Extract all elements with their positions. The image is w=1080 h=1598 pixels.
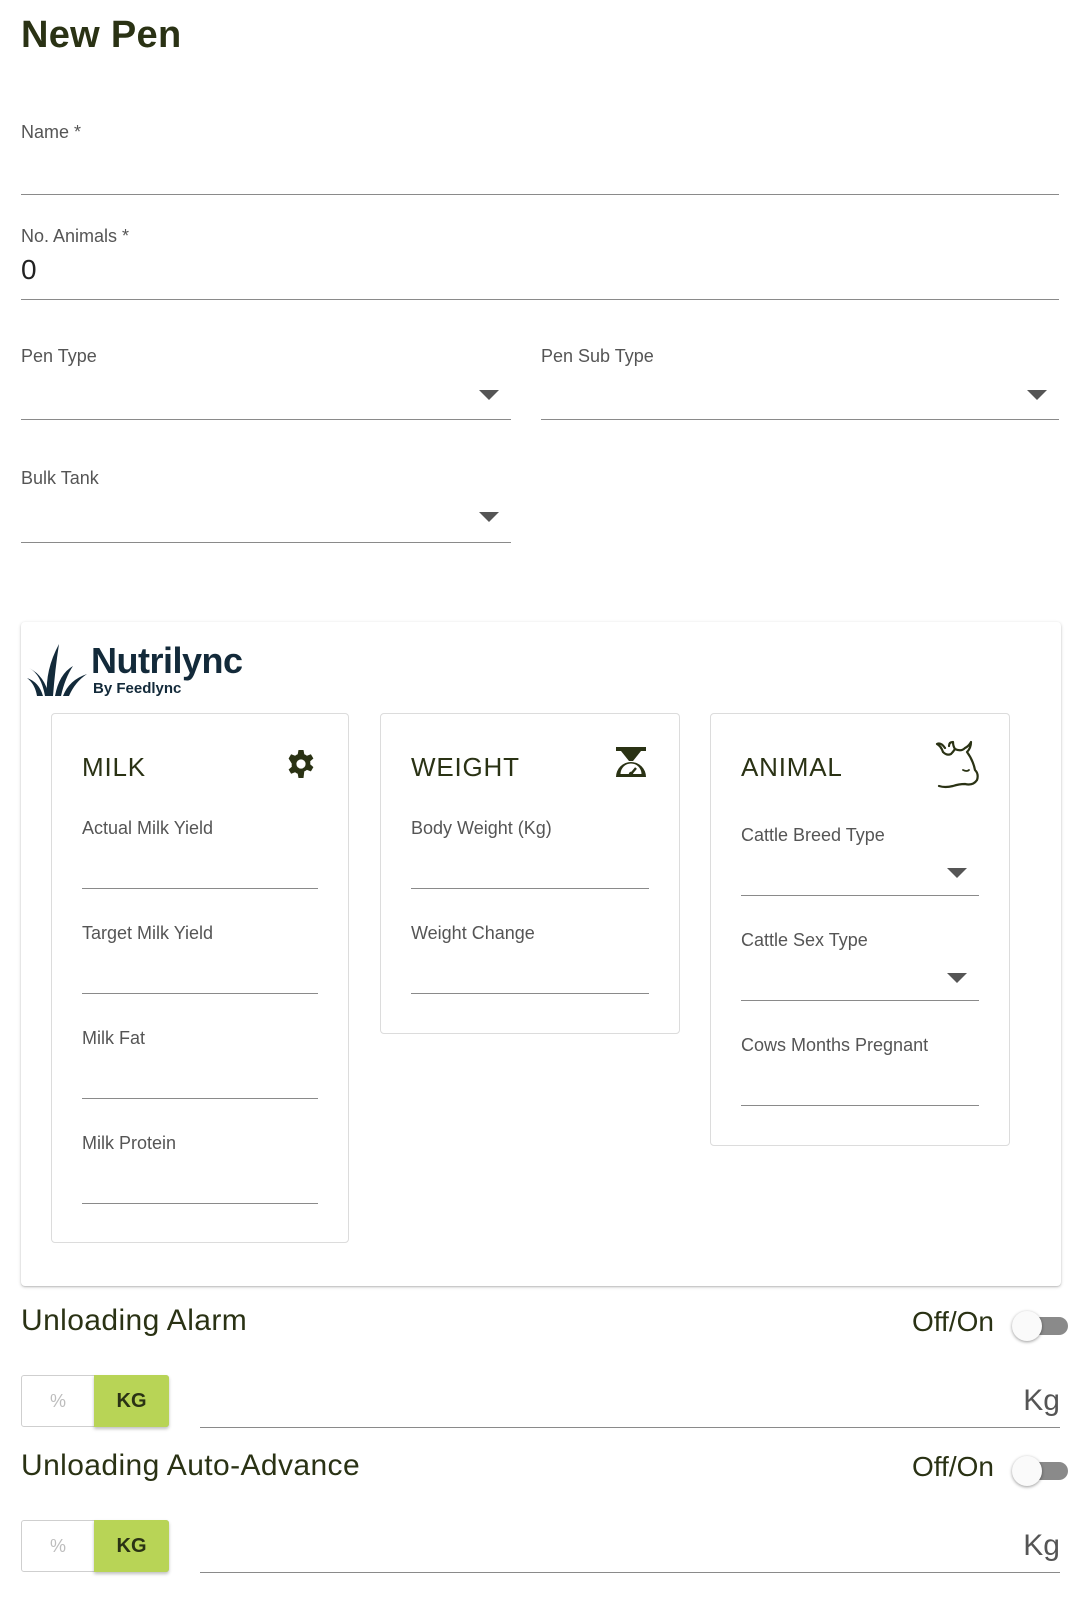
page-title: New Pen [21, 14, 182, 56]
milk-fat-field[interactable]: Milk Fat [82, 1028, 318, 1102]
actual-milk-yield-field[interactable]: Actual Milk Yield [82, 818, 318, 892]
chevron-down-icon[interactable] [1027, 390, 1047, 400]
animals-input[interactable]: 0 [21, 254, 37, 286]
weight-card: WEIGHT Body Weight (Kg) Weight Change [380, 713, 680, 1034]
body-weight-label: Body Weight (Kg) [411, 818, 552, 838]
unloading-alarm-title: Unloading Alarm [21, 1304, 248, 1337]
bulk-tank-underline [21, 542, 511, 543]
target-milk-yield-field[interactable]: Target Milk Yield [82, 923, 318, 997]
cows-months-pregnant-label: Cows Months Pregnant [741, 1035, 929, 1055]
pen-sub-type-select[interactable]: Pen Sub Type [541, 346, 1059, 428]
weight-change-field[interactable]: Weight Change [411, 923, 649, 997]
gear-icon[interactable] [285, 748, 317, 780]
unloading-alarm-underline [200, 1427, 1060, 1428]
name-input[interactable] [21, 154, 1059, 190]
pen-type-label: Pen Type [21, 346, 97, 366]
unit-kg-button[interactable]: KG [94, 1375, 169, 1427]
animal-card: ANIMAL Cattle Breed Type Cattle Sex Type… [710, 713, 1010, 1146]
target-milk-yield-underline [82, 993, 318, 994]
unit-percent-button[interactable]: % [22, 1521, 94, 1571]
body-weight-underline [411, 888, 649, 889]
cows-months-pregnant-field[interactable]: Cows Months Pregnant [741, 1035, 979, 1109]
name-label: Name * [21, 122, 82, 142]
name-field[interactable]: Name * [21, 120, 1059, 200]
actual-milk-yield-underline [82, 888, 318, 889]
unloading-auto-advance-unit-toggle[interactable]: % KG [21, 1520, 169, 1572]
milk-card: MILK Actual Milk Yield Target Milk Yield… [51, 713, 349, 1243]
cattle-breed-type-underline [741, 895, 979, 896]
chevron-down-icon[interactable] [479, 390, 499, 400]
toggle-knob [1012, 1311, 1042, 1341]
animals-underline [21, 299, 1059, 300]
pen-sub-type-label: Pen Sub Type [541, 346, 654, 366]
kg-suffix: Kg [1023, 1384, 1060, 1417]
cattle-sex-type-label: Cattle Sex Type [741, 930, 868, 950]
weight-change-underline [411, 993, 649, 994]
unloading-auto-advance-underline [200, 1572, 1060, 1573]
unit-percent-button[interactable]: % [22, 1376, 94, 1426]
milk-protein-label: Milk Protein [82, 1133, 177, 1153]
unloading-alarm-toggle[interactable] [1012, 1311, 1068, 1341]
weight-title: WEIGHT [411, 752, 520, 782]
cow-icon [935, 740, 979, 789]
unloading-auto-advance-toggle[interactable] [1012, 1456, 1068, 1486]
cattle-breed-type-label: Cattle Breed Type [741, 825, 885, 845]
milk-protein-field[interactable]: Milk Protein [82, 1133, 318, 1207]
cattle-sex-type-select[interactable]: Cattle Sex Type [741, 930, 979, 1004]
nutrilync-panel: Nutrilync By Feedlync MILK Actual Milk Y… [21, 622, 1061, 1286]
pen-type-underline [21, 419, 511, 420]
chevron-down-icon[interactable] [479, 512, 499, 522]
grass-logo-icon [27, 644, 87, 696]
cows-months-pregnant-underline [741, 1105, 979, 1106]
weight-change-label: Weight Change [411, 923, 535, 943]
unloading-alarm-toggle-label: Off/On [912, 1306, 994, 1337]
name-underline [21, 194, 1059, 195]
animals-label: No. Animals * [21, 226, 130, 246]
bulk-tank-label: Bulk Tank [21, 468, 99, 488]
unloading-auto-advance-toggle-label: Off/On [912, 1451, 994, 1482]
toggle-knob [1012, 1456, 1042, 1486]
unit-kg-button[interactable]: KG [94, 1520, 169, 1572]
target-milk-yield-label: Target Milk Yield [82, 923, 214, 943]
chevron-down-icon[interactable] [947, 973, 967, 983]
chevron-down-icon[interactable] [947, 868, 967, 878]
cattle-breed-type-select[interactable]: Cattle Breed Type [741, 825, 979, 899]
pen-sub-type-underline [541, 419, 1059, 420]
unloading-auto-advance-kg-input[interactable]: Kg [200, 1523, 1060, 1575]
unloading-auto-advance-title: Unloading Auto-Advance [21, 1449, 361, 1482]
actual-milk-yield-label: Actual Milk Yield [82, 818, 214, 838]
milk-protein-underline [82, 1203, 318, 1204]
unloading-alarm-kg-input[interactable]: Kg [200, 1378, 1060, 1430]
kg-suffix: Kg [1023, 1529, 1060, 1562]
animal-title: ANIMAL [741, 752, 843, 782]
bulk-tank-select[interactable]: Bulk Tank [21, 468, 511, 552]
milk-fat-label: Milk Fat [82, 1028, 145, 1048]
animals-field[interactable]: No. Animals * 0 [21, 226, 1059, 306]
milk-title: MILK [82, 752, 146, 782]
brand-byline: By Feedlync [93, 680, 182, 697]
body-weight-field[interactable]: Body Weight (Kg) [411, 818, 649, 892]
brand-name: Nutrilync [91, 640, 243, 681]
cattle-sex-type-underline [741, 1000, 979, 1001]
scale-icon [616, 747, 646, 777]
unloading-alarm-unit-toggle[interactable]: % KG [21, 1375, 169, 1427]
pen-type-select[interactable]: Pen Type [21, 346, 511, 428]
nutrilync-logo: Nutrilync By Feedlync [25, 640, 265, 700]
milk-fat-underline [82, 1098, 318, 1099]
